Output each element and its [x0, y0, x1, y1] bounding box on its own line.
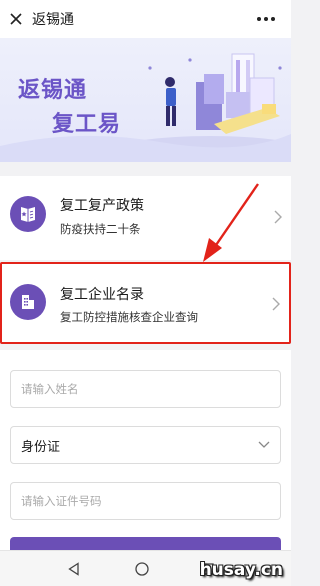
chevron-right-icon — [272, 297, 280, 311]
banner-title-line2: 复工易 — [52, 112, 122, 137]
building-icon — [22, 295, 34, 309]
more-button[interactable] — [255, 10, 277, 28]
section-gap — [0, 162, 291, 176]
chevron-down-icon — [258, 441, 270, 448]
policy-card-subtitle: 防疫扶持二十条 — [60, 222, 141, 236]
query-form: 身份证 — [0, 350, 291, 550]
top-bar: 返锡通 — [0, 0, 291, 38]
page-title: 返锡通 — [32, 12, 74, 28]
policy-document-icon — [21, 207, 35, 222]
nav-home-button[interactable] — [132, 559, 152, 579]
id-type-select[interactable]: 身份证 — [10, 426, 281, 464]
enterprise-card-title: 复工企业名录 — [60, 287, 144, 303]
nav-back-icon — [68, 562, 79, 576]
enterprise-icon-badge — [10, 284, 46, 320]
name-field[interactable] — [10, 370, 281, 408]
submit-button[interactable] — [10, 537, 281, 550]
id-type-selected: 身份证 — [21, 439, 61, 455]
banner: 返锡通 复工易 — [0, 38, 291, 162]
name-input[interactable] — [11, 371, 280, 407]
policy-card[interactable]: 复工复产政策 防疫扶持二十条 — [0, 176, 291, 260]
id-number-input[interactable] — [11, 483, 280, 519]
nav-back-button[interactable] — [64, 559, 84, 579]
policy-card-title: 复工复产政策 — [60, 198, 144, 214]
more-dots-icon — [257, 17, 275, 21]
enterprise-list-card[interactable]: 复工企业名录 复工防控措施核查企业查询 — [0, 262, 291, 344]
chevron-right-icon — [274, 210, 282, 224]
watermark: husay.cn — [199, 560, 283, 580]
id-number-field[interactable] — [10, 482, 281, 520]
close-icon — [10, 13, 22, 25]
enterprise-card-subtitle: 复工防控措施核查企业查询 — [60, 310, 198, 324]
banner-title-line1: 返锡通 — [18, 78, 88, 103]
policy-icon-badge — [10, 196, 46, 232]
close-button[interactable] — [4, 7, 28, 31]
nav-home-icon — [135, 562, 149, 576]
